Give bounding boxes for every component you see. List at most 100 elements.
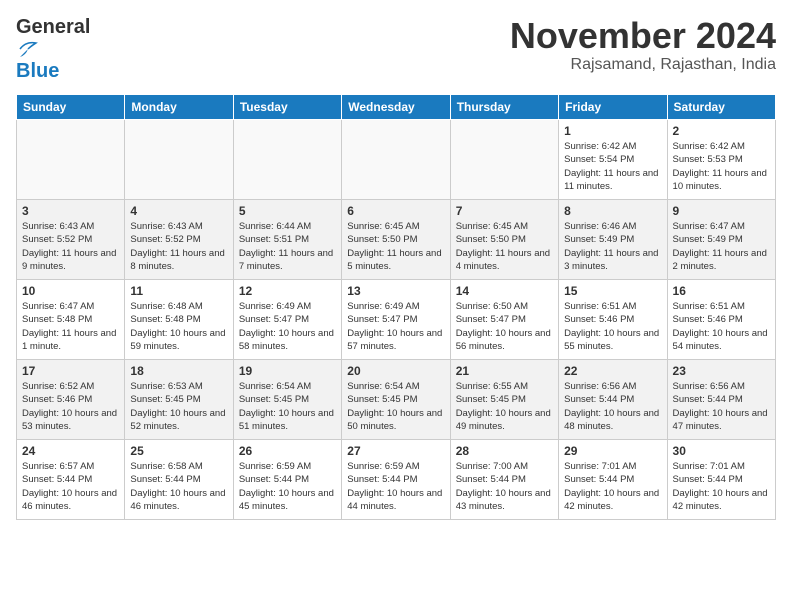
calendar-cell: 19Sunrise: 6:54 AM Sunset: 5:45 PM Dayli… <box>233 360 341 440</box>
day-info: Sunrise: 6:51 AM Sunset: 5:46 PM Dayligh… <box>673 300 770 353</box>
calendar-cell: 24Sunrise: 6:57 AM Sunset: 5:44 PM Dayli… <box>17 440 125 520</box>
day-number: 28 <box>456 444 553 458</box>
calendar-cell: 30 Sunrise: 7:01 AM Sunset: 5:44 PM Dayli… <box>667 440 775 520</box>
day-number: 9 <box>673 204 770 218</box>
calendar-cell: 9 Sunrise: 6:47 AM Sunset: 5:49 PM Daylig… <box>667 200 775 280</box>
day-number: 5 <box>239 204 336 218</box>
day-number: 17 <box>22 364 119 378</box>
calendar-cell: 10Sunrise: 6:47 AM Sunset: 5:48 PM Dayli… <box>17 280 125 360</box>
day-number: 6 <box>347 204 444 218</box>
calendar-cell: 3 Sunrise: 6:43 AM Sunset: 5:52 PM Daylig… <box>17 200 125 280</box>
day-number: 30 <box>673 444 770 458</box>
day-number: 11 <box>130 284 227 298</box>
day-number: 3 <box>22 204 119 218</box>
day-info: Sunrise: 6:55 AM Sunset: 5:45 PM Dayligh… <box>456 380 553 433</box>
calendar-cell: 6 Sunrise: 6:45 AM Sunset: 5:50 PM Daylig… <box>342 200 450 280</box>
day-number: 13 <box>347 284 444 298</box>
logo: General Blue <box>16 16 106 82</box>
day-info: Sunrise: 6:49 AM Sunset: 5:47 PM Dayligh… <box>347 300 444 353</box>
day-info: Sunrise: 6:50 AM Sunset: 5:47 PM Dayligh… <box>456 300 553 353</box>
day-number: 4 <box>130 204 227 218</box>
calendar-week-4: 24Sunrise: 6:57 AM Sunset: 5:44 PM Dayli… <box>17 440 776 520</box>
day-info: Sunrise: 6:47 AM Sunset: 5:49 PM Dayligh… <box>673 220 770 273</box>
day-info: Sunrise: 6:59 AM Sunset: 5:44 PM Dayligh… <box>347 460 444 513</box>
day-info: Sunrise: 6:45 AM Sunset: 5:50 PM Dayligh… <box>456 220 553 273</box>
day-info: Sunrise: 6:47 AM Sunset: 5:48 PM Dayligh… <box>22 300 119 353</box>
logo-general: General <box>16 16 90 38</box>
calendar-cell <box>17 120 125 200</box>
calendar-cell: 22 Sunrise: 6:56 AM Sunset: 5:44 PM Dayli… <box>559 360 667 440</box>
day-info: Sunrise: 6:44 AM Sunset: 5:51 PM Dayligh… <box>239 220 336 273</box>
day-number: 14 <box>456 284 553 298</box>
header: General Blue November 2024 Rajsamand, Ra… <box>16 16 776 82</box>
calendar-cell: 21 Sunrise: 6:55 AM Sunset: 5:45 PM Dayli… <box>450 360 558 440</box>
day-info: Sunrise: 6:57 AM Sunset: 5:44 PM Dayligh… <box>22 460 119 513</box>
calendar: SundayMondayTuesdayWednesdayThursdayFrid… <box>16 94 776 520</box>
day-info: Sunrise: 6:52 AM Sunset: 5:46 PM Dayligh… <box>22 380 119 433</box>
day-info: Sunrise: 6:43 AM Sunset: 5:52 PM Dayligh… <box>130 220 227 273</box>
day-info: Sunrise: 6:56 AM Sunset: 5:44 PM Dayligh… <box>564 380 661 433</box>
calendar-cell: 17 Sunrise: 6:52 AM Sunset: 5:46 PM Dayli… <box>17 360 125 440</box>
calendar-cell: 7Sunrise: 6:45 AM Sunset: 5:50 PM Daylig… <box>450 200 558 280</box>
calendar-week-0: 1 Sunrise: 6:42 AM Sunset: 5:54 PM Daylig… <box>17 120 776 200</box>
day-info: Sunrise: 6:42 AM Sunset: 5:54 PM Dayligh… <box>564 140 661 193</box>
day-number: 21 <box>456 364 553 378</box>
calendar-cell <box>342 120 450 200</box>
calendar-cell: 15 Sunrise: 6:51 AM Sunset: 5:46 PM Dayli… <box>559 280 667 360</box>
calendar-cell: 28 Sunrise: 7:00 AM Sunset: 5:44 PM Dayli… <box>450 440 558 520</box>
day-number: 19 <box>239 364 336 378</box>
calendar-cell: 18 Sunrise: 6:53 AM Sunset: 5:45 PM Dayli… <box>125 360 233 440</box>
day-number: 12 <box>239 284 336 298</box>
day-number: 1 <box>564 124 661 138</box>
calendar-cell: 5 Sunrise: 6:44 AM Sunset: 5:51 PM Daylig… <box>233 200 341 280</box>
day-number: 29 <box>564 444 661 458</box>
calendar-cell: 20Sunrise: 6:54 AM Sunset: 5:45 PM Dayli… <box>342 360 450 440</box>
day-info: Sunrise: 6:51 AM Sunset: 5:46 PM Dayligh… <box>564 300 661 353</box>
day-header-tuesday: Tuesday <box>233 95 341 120</box>
day-header-friday: Friday <box>559 95 667 120</box>
day-info: Sunrise: 6:45 AM Sunset: 5:50 PM Dayligh… <box>347 220 444 273</box>
calendar-header-row: SundayMondayTuesdayWednesdayThursdayFrid… <box>17 95 776 120</box>
calendar-cell <box>450 120 558 200</box>
calendar-cell: 13 Sunrise: 6:49 AM Sunset: 5:47 PM Dayli… <box>342 280 450 360</box>
calendar-body: 1 Sunrise: 6:42 AM Sunset: 5:54 PM Daylig… <box>17 120 776 520</box>
day-info: Sunrise: 6:46 AM Sunset: 5:49 PM Dayligh… <box>564 220 661 273</box>
day-header-thursday: Thursday <box>450 95 558 120</box>
day-number: 25 <box>130 444 227 458</box>
calendar-cell: 12 Sunrise: 6:49 AM Sunset: 5:47 PM Dayli… <box>233 280 341 360</box>
day-number: 15 <box>564 284 661 298</box>
month-title: November 2024 <box>510 16 776 56</box>
day-header-sunday: Sunday <box>17 95 125 120</box>
day-header-monday: Monday <box>125 95 233 120</box>
day-number: 22 <box>564 364 661 378</box>
day-info: Sunrise: 6:42 AM Sunset: 5:53 PM Dayligh… <box>673 140 770 193</box>
day-info: Sunrise: 6:43 AM Sunset: 5:52 PM Dayligh… <box>22 220 119 273</box>
day-info: Sunrise: 6:58 AM Sunset: 5:44 PM Dayligh… <box>130 460 227 513</box>
day-number: 2 <box>673 124 770 138</box>
day-number: 23 <box>673 364 770 378</box>
day-info: Sunrise: 6:53 AM Sunset: 5:45 PM Dayligh… <box>130 380 227 433</box>
day-number: 18 <box>130 364 227 378</box>
calendar-week-2: 10Sunrise: 6:47 AM Sunset: 5:48 PM Dayli… <box>17 280 776 360</box>
day-info: Sunrise: 6:54 AM Sunset: 5:45 PM Dayligh… <box>347 380 444 433</box>
day-header-saturday: Saturday <box>667 95 775 120</box>
calendar-cell: 23 Sunrise: 6:56 AM Sunset: 5:44 PM Dayli… <box>667 360 775 440</box>
day-info: Sunrise: 6:56 AM Sunset: 5:44 PM Dayligh… <box>673 380 770 433</box>
calendar-cell <box>125 120 233 200</box>
calendar-week-3: 17 Sunrise: 6:52 AM Sunset: 5:46 PM Dayli… <box>17 360 776 440</box>
day-info: Sunrise: 7:01 AM Sunset: 5:44 PM Dayligh… <box>564 460 661 513</box>
calendar-cell: 16 Sunrise: 6:51 AM Sunset: 5:46 PM Dayli… <box>667 280 775 360</box>
day-info: Sunrise: 7:00 AM Sunset: 5:44 PM Dayligh… <box>456 460 553 513</box>
day-number: 16 <box>673 284 770 298</box>
day-info: Sunrise: 6:59 AM Sunset: 5:44 PM Dayligh… <box>239 460 336 513</box>
title-area: November 2024 Rajsamand, Rajasthan, Indi… <box>510 16 776 74</box>
calendar-cell: 1 Sunrise: 6:42 AM Sunset: 5:54 PM Daylig… <box>559 120 667 200</box>
day-number: 27 <box>347 444 444 458</box>
location-title: Rajsamand, Rajasthan, India <box>510 56 776 74</box>
day-info: Sunrise: 6:49 AM Sunset: 5:47 PM Dayligh… <box>239 300 336 353</box>
day-info: Sunrise: 6:48 AM Sunset: 5:48 PM Dayligh… <box>130 300 227 353</box>
calendar-cell: 29 Sunrise: 7:01 AM Sunset: 5:44 PM Dayli… <box>559 440 667 520</box>
calendar-cell: 25 Sunrise: 6:58 AM Sunset: 5:44 PM Dayli… <box>125 440 233 520</box>
day-info: Sunrise: 7:01 AM Sunset: 5:44 PM Dayligh… <box>673 460 770 513</box>
calendar-cell: 14 Sunrise: 6:50 AM Sunset: 5:47 PM Dayli… <box>450 280 558 360</box>
